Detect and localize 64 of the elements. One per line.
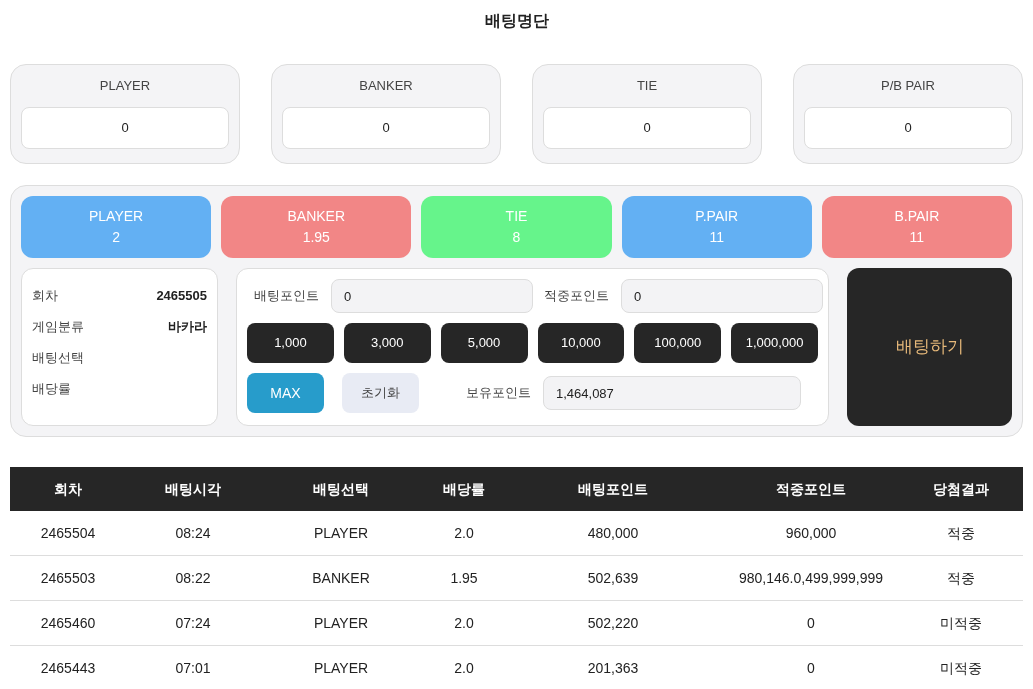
summary-label: TIE xyxy=(636,77,658,95)
table-cell-text: 2465503 xyxy=(39,568,97,588)
summary-value: 0 xyxy=(282,107,490,149)
field-label: 적중포인트 xyxy=(543,287,609,306)
point-field[interactable]: 0 xyxy=(331,279,533,313)
table-cell-text: 미적중 xyxy=(939,613,983,633)
table-cell-text: 적중 xyxy=(946,568,976,588)
table-cell-text: BANKER xyxy=(311,568,371,588)
column-header: 적중포인트 xyxy=(775,479,847,499)
column-header: 회차 xyxy=(53,479,83,499)
page-title: 배팅명단 xyxy=(484,11,549,31)
column-header: 배팅시각 xyxy=(164,479,222,499)
chip-button[interactable]: 100,000 xyxy=(634,323,722,363)
table-cell-text: 0 xyxy=(806,613,816,633)
summary-value: 0 xyxy=(543,107,751,149)
table-cell-text: PLAYER xyxy=(312,658,370,678)
column-header: 배팅포인트 xyxy=(577,479,649,499)
summary-label: BANKER xyxy=(359,77,413,95)
info-label: 게임분류 xyxy=(32,317,84,336)
info-label: 배당률 xyxy=(32,379,71,398)
table-cell-text: 502,220 xyxy=(586,613,640,633)
table-cell-text: 08:22 xyxy=(174,568,212,588)
chip-button[interactable]: 3,000 xyxy=(343,323,431,363)
info-value: 바카라 xyxy=(168,317,207,336)
column-header: 당첨결과 xyxy=(932,479,990,499)
table-cell-text: 2.0 xyxy=(453,613,475,633)
chip-button[interactable]: 1,000 xyxy=(247,323,334,363)
table-cell-text: 0 xyxy=(806,658,816,678)
column-header: 배당률 xyxy=(442,479,486,499)
table-cell-text: 502,639 xyxy=(586,568,640,588)
point-field[interactable]: 0 xyxy=(621,279,823,313)
point-field[interactable]: 1,464,087 xyxy=(543,376,801,410)
table-cell-text: 2.0 xyxy=(453,523,475,543)
summary-label: P/B PAIR xyxy=(881,77,935,95)
table-cell-text: 2.0 xyxy=(453,658,475,678)
reset-button[interactable]: 초기화 xyxy=(342,373,419,413)
field-label: 배팅포인트 xyxy=(253,287,319,306)
chip-button[interactable]: 10,000 xyxy=(537,323,625,363)
table-cell-text: 미적중 xyxy=(939,658,983,678)
table-cell-text: 980,146.0,499,999,999 xyxy=(738,568,884,588)
summary-value: 0 xyxy=(21,107,229,149)
table-cell-text: 적중 xyxy=(946,523,976,543)
table-cell-text: 2465460 xyxy=(39,613,97,633)
chip-button[interactable]: 1,000,000 xyxy=(731,323,818,363)
table-cell-text: 07:24 xyxy=(174,613,212,633)
table-cell-text: PLAYER xyxy=(312,613,370,633)
column-header: 배팅선택 xyxy=(312,479,370,499)
summary-value: 0 xyxy=(804,107,1012,149)
info-label: 회차 xyxy=(32,286,58,305)
table-cell-text: 2465443 xyxy=(39,658,97,678)
chip-button[interactable]: 5,000 xyxy=(440,323,528,363)
table-cell-text: 1.95 xyxy=(449,568,479,588)
table-cell-text: 480,000 xyxy=(586,523,640,543)
table-cell-text: 2465504 xyxy=(39,523,97,543)
table-cell-text: PLAYER xyxy=(312,523,370,543)
summary-label: PLAYER xyxy=(99,77,151,95)
field-label: 보유포인트 xyxy=(465,384,531,403)
bet-submit-button[interactable]: 배팅하기 xyxy=(847,268,1012,426)
table-cell-text: 201,363 xyxy=(586,658,640,678)
table-cell-text: 08:24 xyxy=(174,523,212,543)
table-cell-text: 960,000 xyxy=(784,523,838,543)
info-value: 2465505 xyxy=(156,286,207,305)
info-label: 배팅선택 xyxy=(32,348,84,367)
table-cell-text: 07:01 xyxy=(174,658,212,678)
